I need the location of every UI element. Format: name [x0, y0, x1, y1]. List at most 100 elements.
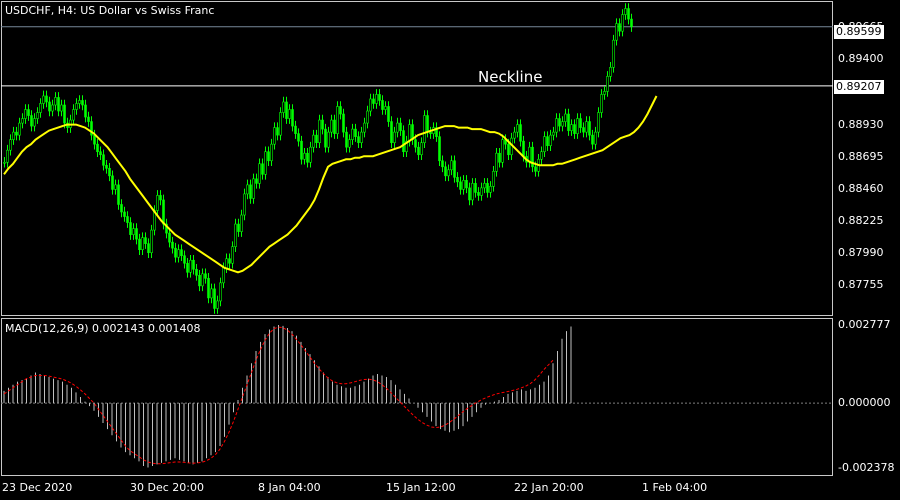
candle-body	[333, 119, 336, 134]
candle-body	[93, 134, 96, 145]
candle-body	[138, 238, 141, 250]
candle-body	[249, 184, 252, 199]
candle-body	[609, 67, 612, 77]
candle-body	[420, 142, 423, 156]
time-tick: 8 Jan 04:00	[258, 481, 321, 494]
candle-body	[321, 119, 324, 130]
candle-body	[72, 109, 75, 121]
macd-axis[interactable]: 0.002777 0.000000 -0.002378	[834, 318, 900, 478]
candle-body	[12, 131, 15, 140]
candle-body	[486, 183, 489, 193]
candle-body	[222, 267, 225, 284]
price-tick: 0.88930	[838, 118, 884, 131]
candle-body	[120, 204, 123, 213]
time-axis[interactable]: 23 Dec 2020 30 Dec 20:00 8 Jan 04:00 15 …	[0, 478, 834, 500]
candle-body	[429, 131, 432, 134]
candle-body	[96, 143, 99, 153]
candle-body	[240, 214, 243, 232]
macd-tick: -0.002378	[838, 461, 895, 474]
candle-body	[456, 177, 459, 183]
candle-body	[9, 139, 12, 151]
candle-body	[567, 113, 570, 131]
candle-body	[417, 146, 420, 156]
candle-body	[213, 288, 216, 309]
candle-body	[324, 128, 327, 148]
candle-body	[378, 94, 381, 101]
time-tick: 22 Jan 20:00	[514, 481, 584, 494]
candle-body	[381, 100, 384, 110]
candle-body	[630, 18, 633, 27]
candle-body	[219, 282, 222, 302]
candle-body	[6, 149, 9, 163]
price-chart-canvas[interactable]	[1, 1, 833, 316]
candle-body	[396, 122, 399, 133]
candle-body	[180, 249, 183, 257]
price-axis[interactable]: 0.89665 0.89400 0.88930 0.88695 0.88460 …	[834, 0, 900, 318]
candle-body	[588, 121, 591, 136]
candle-body	[210, 288, 213, 299]
candle-body	[225, 258, 228, 269]
candle-body	[288, 109, 291, 119]
candle-body	[441, 160, 444, 168]
candle-body	[132, 228, 135, 235]
price-tick: 0.88460	[838, 182, 884, 195]
candle-body	[258, 163, 261, 184]
candle-body	[105, 164, 108, 169]
candle-body	[135, 228, 138, 240]
candle-body	[243, 193, 246, 216]
candle-body	[15, 131, 18, 136]
candle-body	[354, 128, 357, 137]
candle-body	[306, 152, 309, 163]
candle-body	[159, 195, 162, 201]
candle-body	[492, 171, 495, 187]
candle-body	[255, 178, 258, 184]
candle-body	[339, 106, 342, 115]
candle-body	[18, 122, 21, 136]
candle-body	[201, 273, 204, 287]
candle-body	[189, 259, 192, 273]
candle-body	[534, 166, 537, 172]
candle-body	[624, 8, 627, 15]
candle-body	[48, 101, 51, 112]
candle-body	[318, 119, 321, 143]
candle-body	[291, 109, 294, 127]
candle-body	[621, 14, 624, 32]
candle-body	[330, 119, 333, 133]
candle-body	[264, 151, 267, 175]
candle-body	[78, 100, 81, 104]
candle-body	[546, 136, 549, 146]
candle-body	[555, 118, 558, 133]
candle-body	[468, 187, 471, 201]
candle-body	[129, 222, 132, 235]
candle-body	[102, 154, 105, 166]
candle-body	[369, 98, 372, 112]
candle-body	[312, 134, 315, 148]
candle-body	[465, 180, 468, 189]
macd-chart-canvas[interactable]	[1, 318, 833, 476]
candle-body	[591, 134, 594, 145]
candle-body	[81, 100, 84, 106]
candle-body	[618, 23, 621, 32]
candle-body	[267, 151, 270, 162]
candle-body	[237, 223, 240, 232]
candle-body	[150, 229, 153, 253]
candle-body	[414, 139, 417, 148]
candle-body	[252, 178, 255, 199]
candle-body	[162, 199, 165, 225]
candle-body	[21, 118, 24, 124]
candle-body	[507, 143, 510, 156]
candle-body	[276, 127, 279, 136]
price-tick: 0.87755	[838, 278, 884, 291]
candle-body	[303, 152, 306, 160]
chart-window[interactable]: USDCHF, H4: US Dollar vs Swiss Franc Nec…	[0, 0, 900, 500]
candle-body	[372, 98, 375, 104]
candle-body	[600, 94, 603, 113]
candle-body	[228, 258, 231, 264]
candle-body	[300, 140, 303, 160]
candle-body	[63, 104, 66, 124]
candle-body	[114, 184, 117, 190]
time-tick: 15 Jan 12:00	[386, 481, 456, 494]
candle-body	[540, 151, 543, 160]
candle-body	[459, 181, 462, 190]
candle-body	[111, 175, 114, 190]
